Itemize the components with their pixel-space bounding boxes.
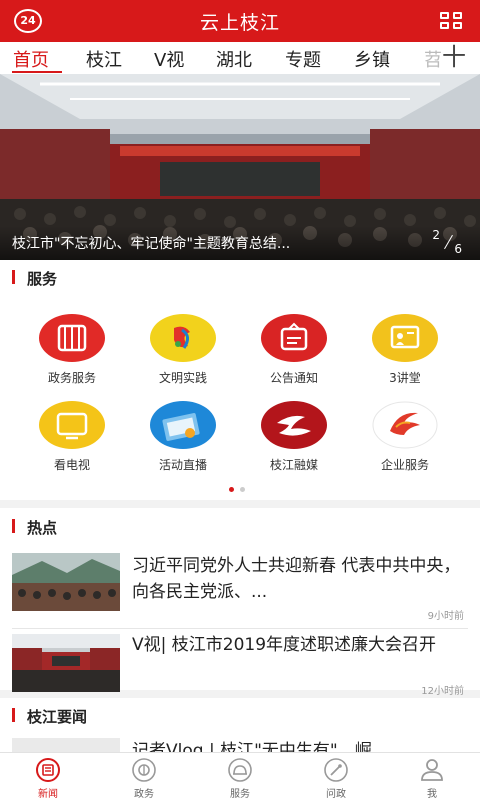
tab-vshi[interactable]: V视	[154, 46, 184, 72]
enterprise-service-icon	[372, 401, 438, 449]
tv-icon	[39, 401, 105, 449]
services-title: 服务	[27, 270, 58, 288]
hot-news-section: 热点 习近平同党外人士共迎新春 代表中共中央，向各民主党派、... 9小时前 V…	[0, 508, 480, 697]
lecture-hall-icon	[372, 314, 438, 362]
nav-profile[interactable]: 我	[384, 753, 480, 800]
nav-inquiry[interactable]: 问政	[288, 753, 384, 800]
service-civilization[interactable]: 文明实践	[128, 314, 238, 398]
civilization-practice-icon	[150, 314, 216, 362]
news-thumbnail	[12, 634, 120, 692]
active-tab-indicator	[12, 71, 62, 73]
top-app-bar: 24 云上枝江	[0, 0, 480, 42]
service-icon	[227, 757, 253, 783]
banner-carousel[interactable]: 枝江市"不忘初心、牢记使命"主题教育总结... 2 6	[0, 74, 480, 260]
tab-home[interactable]: 首页	[13, 46, 49, 72]
government-icon	[131, 757, 157, 783]
live-stream-icon	[150, 401, 216, 449]
nav-news[interactable]: 新闻	[0, 753, 96, 800]
service-tv[interactable]: 看电视	[17, 401, 127, 485]
hot-news-item[interactable]: V视| 枝江市2019年度述职述廉大会召开 12小时前	[12, 626, 468, 697]
tab-more[interactable]: 苕	[424, 46, 442, 72]
app-root: 24 云上枝江 首页 枝江 V视 湖北 专题 乡镇 苕 十 枝江市"不忘初心、牢…	[0, 0, 480, 800]
tab-hubei[interactable]: 湖北	[216, 46, 252, 72]
tab-topics[interactable]: 专题	[285, 46, 321, 72]
news-thumbnail	[12, 553, 120, 611]
profile-icon	[419, 757, 445, 783]
grid-menu-icon[interactable]	[440, 12, 464, 30]
hot-title: 热点	[27, 519, 58, 537]
pager-dot	[240, 487, 245, 492]
news-headline: 习近平同党外人士共迎新春 代表中共中央，向各民主党派、...	[132, 556, 461, 602]
local-news-title: 枝江要闻	[27, 708, 88, 726]
service-enterprise[interactable]: 企业服务	[350, 401, 460, 485]
bottom-navigation: 新闻 政务 服务 问政 我	[0, 752, 480, 800]
pager-dot-active	[229, 487, 234, 492]
zhijiang-media-icon	[261, 401, 327, 449]
news-icon	[35, 757, 61, 783]
notice-icon	[261, 314, 327, 362]
channel-tabs: 首页 枝江 V视 湖北 专题 乡镇 苕 十	[0, 42, 480, 74]
news-time: 9小时前	[427, 611, 464, 622]
service-live[interactable]: 活动直播	[128, 401, 238, 485]
service-government[interactable]: 政务服务	[17, 314, 127, 398]
nav-government[interactable]: 政务	[96, 753, 192, 800]
banner-caption[interactable]: 枝江市"不忘初心、牢记使命"主题教育总结...	[12, 233, 402, 253]
app-title: 云上枝江	[199, 12, 280, 34]
inquiry-icon	[323, 757, 349, 783]
services-section: 服务 政务服务 文明实践 公告通知 3讲堂 看电视 活动直播 枝江融媒 企业服务	[0, 260, 480, 500]
news-time: 12小时前	[421, 686, 464, 697]
tab-towns[interactable]: 乡镇	[354, 46, 390, 72]
government-service-icon	[39, 314, 105, 362]
hot-news-item[interactable]: 习近平同党外人士共迎新春 代表中共中央，向各民主党派、... 9小时前	[12, 553, 468, 623]
add-channel-icon[interactable]: 十	[442, 44, 466, 70]
news-headline: V视| 枝江市2019年度述职述廉大会召开	[132, 635, 437, 655]
service-lecture[interactable]: 3讲堂	[350, 314, 460, 398]
service-media[interactable]: 枝江融媒	[239, 401, 349, 485]
service-notice[interactable]: 公告通知	[239, 314, 349, 398]
tab-zhijiang[interactable]: 枝江	[86, 46, 122, 72]
nav-service[interactable]: 服务	[192, 753, 288, 800]
local-news-section: 枝江要闻 记者Vlog | 枝江"无中生有"，崛	[0, 698, 480, 796]
